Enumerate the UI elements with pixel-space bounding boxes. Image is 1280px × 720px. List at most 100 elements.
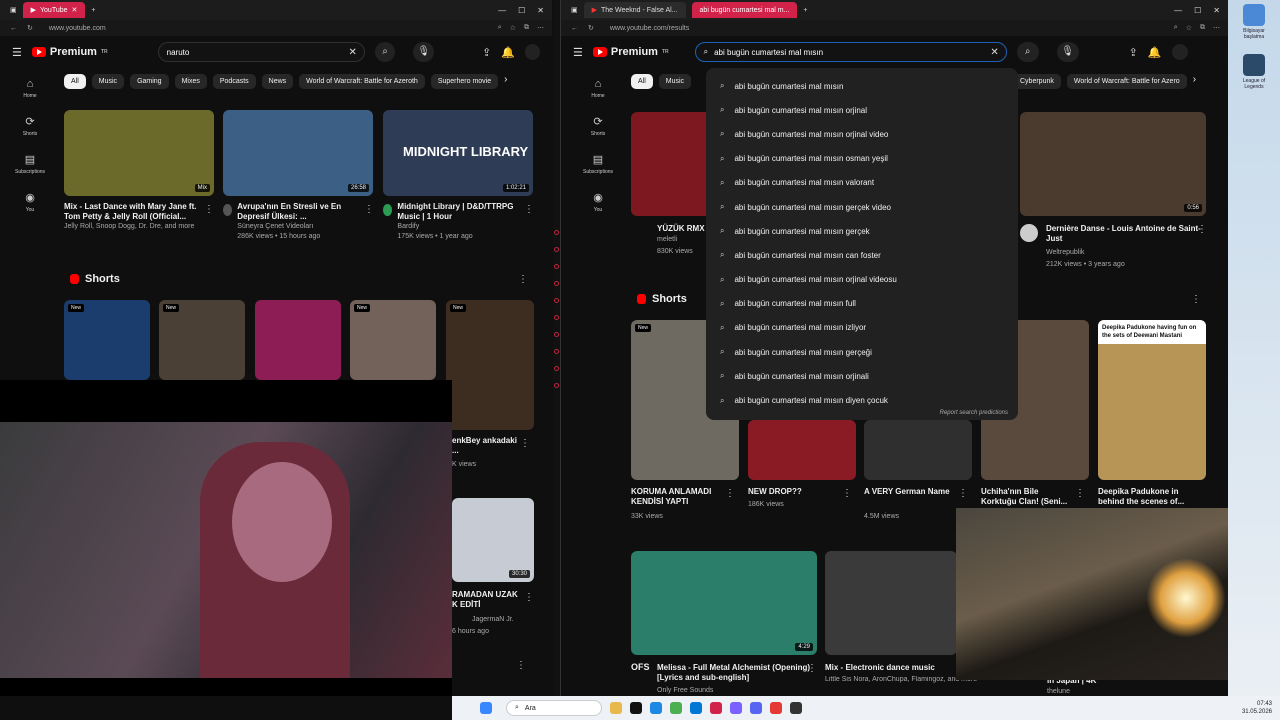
short-thumbnail[interactable]: New (159, 300, 245, 380)
avatar[interactable] (524, 44, 540, 60)
channel-avatar[interactable] (383, 204, 393, 216)
menu-icon[interactable]: ⋯ (1213, 24, 1220, 32)
short-title[interactable]: KORUMA ANLAMADI KENDİSİ YAPTI (631, 487, 723, 507)
voice-search-icon[interactable]: 🎙 (413, 42, 435, 62)
close-window-icon[interactable]: ✕ (1213, 6, 1220, 15)
reload-icon[interactable]: ↻ (27, 24, 33, 32)
chip-superhero[interactable]: Superhero movie (430, 74, 499, 89)
video-card[interactable]: MIDNIGHT LIBRARY 1:02:21 Midnight Librar… (383, 110, 533, 242)
chip-wow[interactable]: World of Warcraft: Battle for Azero (1066, 74, 1187, 89)
suggestion-item[interactable]: ⌕ abi bugün cumartesi mal mısın gerçek vi… (706, 195, 1018, 219)
suggestion-item[interactable]: ⌕ abi bugün cumartesi mal mısın orjinal v… (706, 268, 1018, 292)
search-button-icon[interactable]: ⌕ (1016, 42, 1039, 62)
new-tab-icon[interactable]: + (91, 7, 95, 14)
sidebar-item-shorts[interactable]: ⟳ Shorts (23, 115, 37, 137)
chips-next-icon[interactable]: › (1193, 74, 1196, 89)
notifications-icon[interactable]: 🔔 (501, 46, 515, 59)
suggestion-item[interactable]: ⌕ abi bugün cumartesi mal mısın diyen çoc… (706, 388, 1018, 412)
search-button-icon[interactable]: ⌕ (374, 42, 396, 62)
video-thumbnail[interactable]: 0:56 (1020, 112, 1206, 216)
chip-wow[interactable]: World of Warcraft: Battle for Azeroth (299, 74, 425, 89)
more-options-icon[interactable]: ⋮ (1075, 488, 1085, 499)
voice-search-icon[interactable]: 🎙 (1056, 42, 1079, 62)
chip-mixes[interactable]: Mixes (174, 74, 207, 89)
search-input[interactable] (166, 47, 342, 57)
teams-icon[interactable] (730, 702, 742, 714)
shorts-more-icon[interactable]: ⋮ (1191, 294, 1201, 305)
extensions-icon[interactable]: ⧉ (524, 24, 529, 32)
shorts-more-icon[interactable]: ⋮ (518, 274, 528, 285)
sidebar-item-you[interactable]: ◉ You (593, 191, 603, 213)
youtube-logo[interactable]: Premium TR (31, 46, 108, 58)
video-title[interactable]: Midnight Library | D&D/TTRPG Music | 1 H… (397, 202, 533, 222)
chip-gaming[interactable]: Gaming (130, 74, 169, 89)
video-channel[interactable]: Süneyra Çenet Videoları (237, 222, 373, 232)
more-options-icon[interactable]: ⋮ (725, 488, 735, 499)
chip-podcasts[interactable]: Podcasts (212, 74, 256, 89)
video-channel[interactable]: Bardify (397, 222, 533, 232)
url-field[interactable]: www.youtube.com (49, 25, 106, 32)
more-options-icon[interactable]: ⋮ (524, 592, 534, 603)
store-icon[interactable] (670, 702, 682, 714)
channel-avatar[interactable]: OFS (631, 662, 650, 672)
desktop-icon[interactable]: Bilgisayar başlatma (1238, 4, 1270, 40)
hamburger-menu-icon[interactable]: ☰ (12, 46, 22, 59)
extensions-icon[interactable]: ⧉ (1200, 24, 1205, 32)
discord-icon[interactable] (750, 702, 762, 714)
sidebar-item-subscriptions[interactable]: ▤ Subscriptions (15, 153, 45, 175)
youtube-logo[interactable]: Premium TR (592, 46, 669, 58)
tab-overview-icon[interactable]: ▣ (571, 6, 578, 14)
short-title[interactable]: enkBey ankadaki ... (452, 436, 522, 456)
sidebar-item-home[interactable]: ⌂ Home (23, 78, 36, 99)
suggestion-item[interactable]: ⌕ abi bugün cumartesi mal mısın orjinali (706, 364, 1018, 388)
short-title[interactable]: NEW DROP?? (748, 487, 840, 497)
short-thumbnail[interactable]: Deepika Padukone having fun on the sets … (1098, 320, 1206, 480)
video-title[interactable]: Melissa - Full Metal Alchemist (Opening)… (657, 663, 817, 683)
video-title[interactable]: Avrupa'nın En Stresli ve En Depresif Ülk… (237, 202, 373, 222)
short-thumbnail[interactable]: New (64, 300, 150, 380)
video-card[interactable]: 26:58 Avrupa'nın En Stresli ve En Depres… (223, 110, 373, 242)
suggestion-item[interactable]: ⌕ abi bugün cumartesi mal mısın valorant (706, 171, 1018, 195)
create-icon[interactable]: ⇪ (482, 46, 491, 59)
opera-icon[interactable] (710, 702, 722, 714)
video-title[interactable]: Dernière Danse - Louis Antoine de Saint-… (1046, 224, 1206, 244)
channel-avatar[interactable] (223, 204, 233, 216)
video-title[interactable]: Mix - Last Dance with Mary Jane ft. Tom … (64, 202, 214, 222)
maximize-icon[interactable]: ☐ (518, 6, 525, 15)
minimize-icon[interactable]: — (498, 6, 506, 15)
video-thumbnail[interactable]: 26:58 (223, 110, 373, 196)
suggestion-item[interactable]: ⌕ abi bugün cumartesi mal mısın gerçek (706, 219, 1018, 243)
suggestion-item[interactable]: ⌕ abi bugün cumartesi mal mısın gerçeği (706, 340, 1018, 364)
video-thumbnail[interactable] (825, 551, 957, 655)
tab-weeknd[interactable]: ▶ The Weeknd - False Al... (583, 2, 686, 18)
short-thumbnail[interactable]: 30:30 (452, 498, 534, 582)
tab-search-results[interactable]: abi bugün cumartesi mal m... (691, 2, 798, 18)
sidebar-item-home[interactable]: ⌂ Home (591, 78, 604, 99)
bookmark-icon[interactable]: ☆ (510, 24, 516, 32)
bookmark-icon[interactable]: ☆ (1186, 24, 1192, 32)
more-options-icon[interactable]: ⋮ (958, 488, 968, 499)
back-icon[interactable]: ← (10, 25, 17, 32)
short-title[interactable]: A VERY German Name (864, 487, 956, 497)
edge-icon[interactable] (650, 702, 662, 714)
more-options-icon[interactable]: ⋮ (524, 204, 534, 215)
video-thumbnail[interactable]: 4:29 (631, 551, 817, 655)
suggestion-item[interactable]: ⌕ abi bugün cumartesi mal mısın orjinal (706, 98, 1018, 122)
tab-overview-icon[interactable]: ▣ (10, 6, 17, 14)
short-thumbnail[interactable] (864, 420, 972, 480)
sidebar-item-subscriptions[interactable]: ▤ Subscriptions (583, 153, 613, 175)
video-thumbnail[interactable]: MIDNIGHT LIBRARY 1:02:21 (383, 110, 533, 196)
more-options-icon[interactable]: ⋮ (1197, 224, 1207, 235)
system-clock[interactable]: 07:43 31.05.2026 (1242, 700, 1280, 716)
close-tab-icon[interactable]: ✕ (72, 6, 78, 14)
short-title[interactable]: Deepika Padukone in behind the scenes of… (1098, 487, 1190, 507)
short-thumbnail[interactable]: New (446, 300, 534, 430)
chip-music[interactable]: Music (91, 74, 125, 89)
sidebar-item-shorts[interactable]: ⟳ Shorts (591, 115, 605, 137)
zoom-icon[interactable]: ⌕ (1174, 24, 1178, 32)
chips-next-icon[interactable]: › (504, 74, 507, 89)
channel-avatar[interactable] (1020, 224, 1038, 242)
menu-icon[interactable]: ⋯ (537, 24, 544, 32)
desktop-icon[interactable]: League of Legends (1238, 54, 1270, 90)
suggestion-item[interactable]: ⌕ abi bugün cumartesi mal mısın izliyor (706, 316, 1018, 340)
